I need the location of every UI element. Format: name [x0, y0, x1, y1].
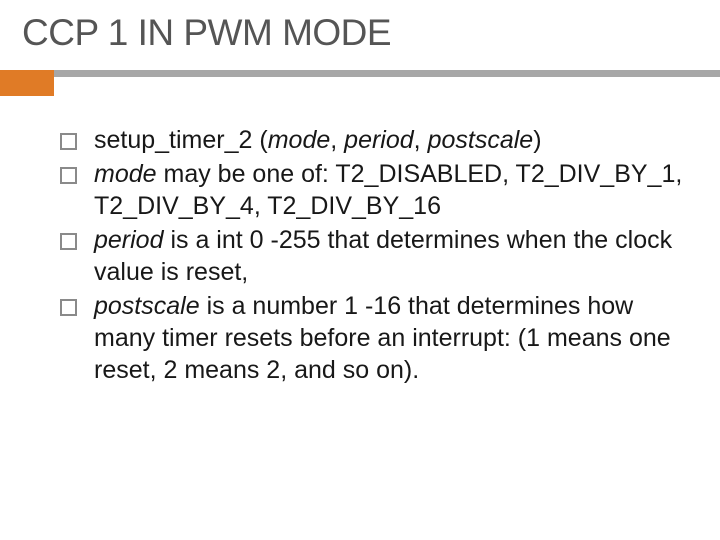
- title-rule: [0, 70, 720, 84]
- text: ,: [414, 126, 428, 154]
- text: ): [533, 126, 541, 154]
- list-item: mode may be one of: T2_DISABLED, T2_DIV_…: [60, 158, 684, 222]
- function-name: setup_timer_2: [94, 126, 252, 154]
- text: ,: [330, 126, 344, 154]
- param-postscale: postscale: [94, 292, 200, 320]
- list-item: setup_timer_2 (mode, period, postscale): [60, 124, 684, 156]
- list-item: postscale is a number 1 -16 that determi…: [60, 290, 684, 386]
- rule-gray: [0, 70, 720, 77]
- param-postscale: postscale: [428, 126, 534, 154]
- text: may be one of: T2_DISABLED, T2_DIV_BY_1,…: [94, 160, 682, 220]
- param-period: period: [344, 126, 414, 154]
- text: is a int 0 -255 that determines when the…: [94, 226, 672, 286]
- list-item: period is a int 0 -255 that determines w…: [60, 224, 684, 288]
- bullet-list: setup_timer_2 (mode, period, postscale) …: [60, 124, 684, 386]
- param-mode: mode: [268, 126, 331, 154]
- rule-orange-accent: [0, 70, 54, 96]
- slide-title: CCP 1 IN PWM MODE: [0, 0, 720, 64]
- slide-body: setup_timer_2 (mode, period, postscale) …: [0, 84, 720, 386]
- param-mode: mode: [94, 160, 157, 188]
- text: (: [252, 126, 267, 154]
- slide: CCP 1 IN PWM MODE setup_timer_2 (mode, p…: [0, 0, 720, 540]
- param-period: period: [94, 226, 164, 254]
